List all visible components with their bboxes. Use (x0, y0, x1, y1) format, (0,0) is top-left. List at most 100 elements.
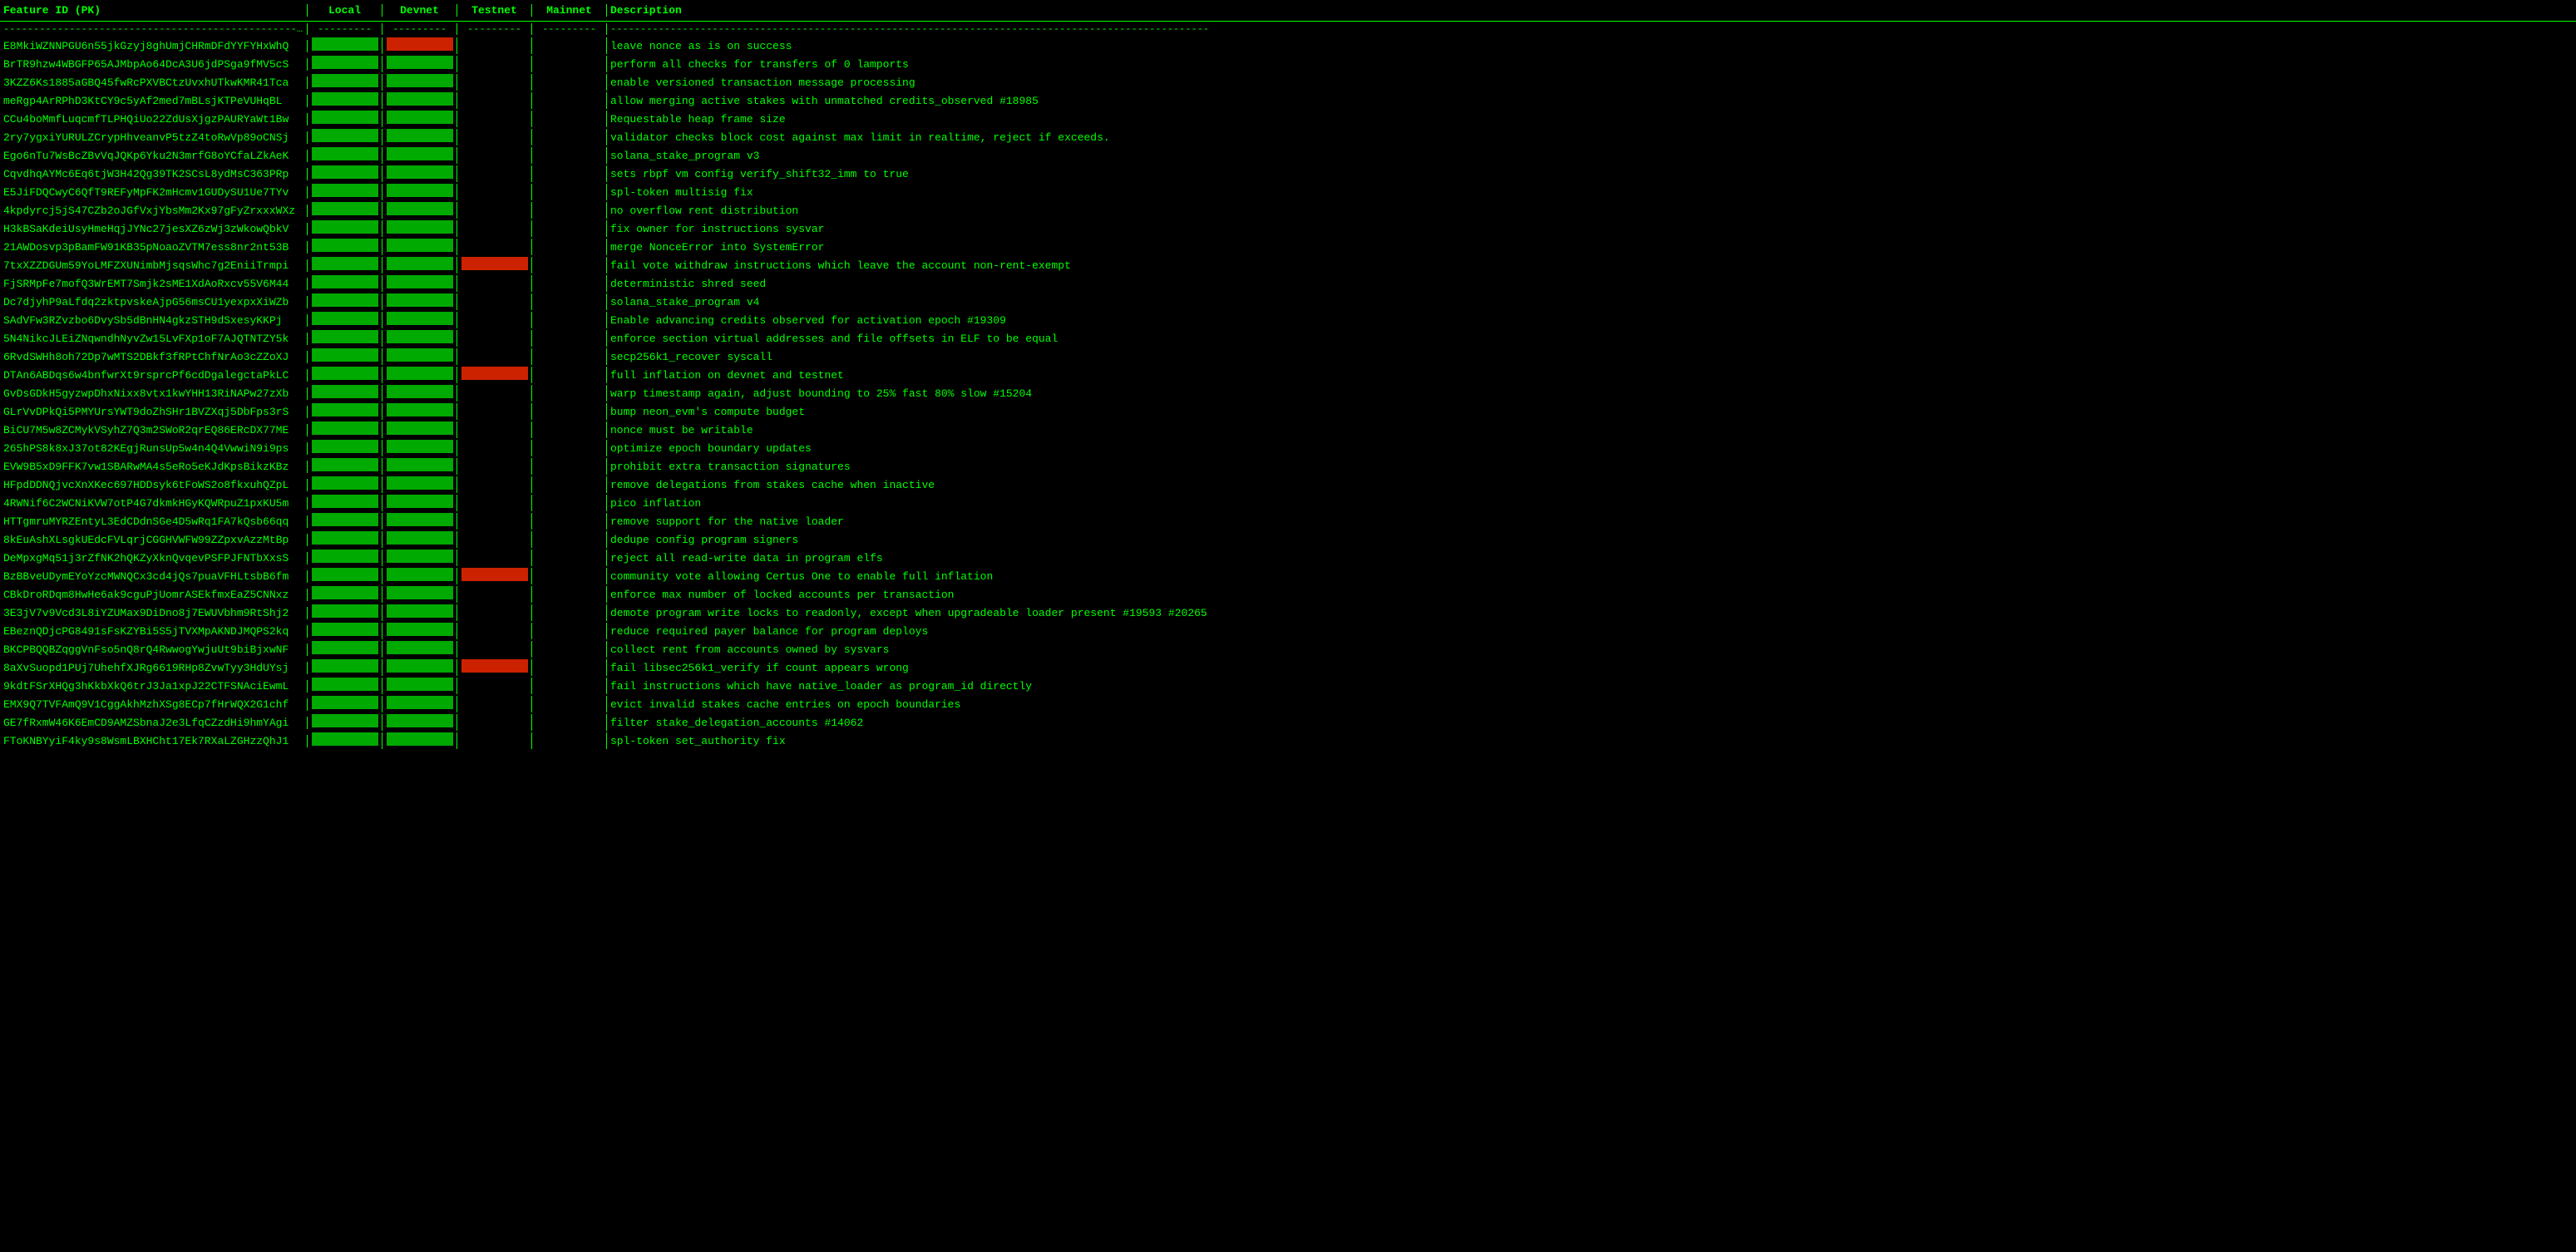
testnet-cell (457, 202, 532, 219)
status-green (312, 367, 378, 380)
status-empty (536, 513, 603, 526)
status-empty (536, 312, 603, 325)
status-empty (536, 184, 603, 197)
description-cell: fix owner for instructions sysvar (607, 223, 2576, 235)
devnet-cell (382, 165, 457, 182)
table-row: FToKNBYyiF4ky9s8WsmLBXHCht17Ek7RXaLZGHzz… (0, 732, 2576, 750)
status-green (312, 623, 378, 636)
feature-id: meRgp4ArRPhD3KtCY9c5yAf2med7mBLsjKTPeVUH… (0, 95, 308, 107)
table-row: EBeznQDjcPG8491sFsKZYBi5S5jTVXMpAKNDJMQP… (0, 622, 2576, 640)
status-green (312, 732, 378, 746)
testnet-cell (457, 604, 532, 621)
description-cell: fail instructions which have native_load… (607, 680, 2576, 693)
status-empty (536, 56, 603, 69)
table-row: 6RvdSWHh8oh72Dp7wMTS2DBkf3fRPtChfNrAo3cZ… (0, 348, 2576, 366)
devnet-cell (382, 476, 457, 493)
description-cell: perform all checks for transfers of 0 la… (607, 58, 2576, 71)
devnet-cell (382, 147, 457, 164)
testnet-cell (457, 220, 532, 237)
local-cell (308, 678, 382, 694)
table-row: meRgp4ArRPhD3KtCY9c5yAf2med7mBLsjKTPeVUH… (0, 91, 2576, 110)
description-cell: community vote allowing Certus One to en… (607, 570, 2576, 583)
status-green (312, 678, 378, 691)
status-empty (461, 732, 528, 746)
testnet-cell (457, 385, 532, 402)
status-green (387, 476, 453, 490)
divider-description: ----------------------------------------… (607, 23, 2576, 35)
local-cell (308, 696, 382, 712)
status-green (312, 385, 378, 398)
status-empty (461, 220, 528, 234)
mainnet-cell (532, 586, 607, 603)
testnet-cell (457, 732, 532, 749)
devnet-cell (382, 184, 457, 200)
status-green (312, 604, 378, 618)
status-empty (536, 202, 603, 215)
status-empty (461, 403, 528, 417)
status-green (387, 586, 453, 599)
status-empty (461, 623, 528, 636)
testnet-cell (457, 714, 532, 731)
table-row: CBkDroRDqm8HwHe6ak9cguPjUomrASEkfmxEaZ5C… (0, 585, 2576, 604)
status-red (461, 659, 528, 673)
status-empty (536, 37, 603, 51)
status-green (312, 129, 378, 142)
mainnet-cell (532, 275, 607, 292)
status-green (312, 714, 378, 727)
devnet-cell (382, 385, 457, 402)
mainnet-cell (532, 239, 607, 255)
testnet-cell (457, 440, 532, 456)
devnet-cell (382, 696, 457, 712)
description-cell: optimize epoch boundary updates (607, 442, 2576, 455)
devnet-cell (382, 641, 457, 658)
local-cell (308, 714, 382, 731)
local-cell (308, 74, 382, 91)
devnet-cell (382, 129, 457, 145)
status-empty (536, 165, 603, 179)
table-divider: ----------------------------------------… (0, 22, 2576, 37)
testnet-cell (457, 111, 532, 127)
mainnet-cell (532, 732, 607, 749)
feature-id: GvDsGDkH5gyzwpDhxNixx8vtx1kwYHH13RiNAPw2… (0, 387, 308, 400)
feature-id: EBeznQDjcPG8491sFsKZYBi5S5jTVXMpAKNDJMQP… (0, 625, 308, 638)
testnet-cell (457, 531, 532, 548)
status-green (387, 568, 453, 581)
feature-id: CBkDroRDqm8HwHe6ak9cguPjUomrASEkfmxEaZ5C… (0, 589, 308, 601)
testnet-cell (457, 586, 532, 603)
status-green (387, 239, 453, 252)
testnet-cell (457, 678, 532, 694)
testnet-cell (457, 293, 532, 310)
status-green (387, 220, 453, 234)
status-empty (461, 348, 528, 362)
testnet-cell (457, 147, 532, 164)
mainnet-cell (532, 476, 607, 493)
testnet-cell (457, 56, 532, 72)
description-cell: sets rbpf vm config verify_shift32_imm t… (607, 168, 2576, 180)
status-empty (461, 37, 528, 51)
table-row: E8MkiWZNNPGU6n55jkGzyj8ghUmjCHRmDFdYYFYH… (0, 37, 2576, 55)
description-cell: full inflation on devnet and testnet (607, 369, 2576, 382)
description-cell: dedupe config program signers (607, 534, 2576, 546)
status-empty (536, 659, 603, 673)
local-cell (308, 111, 382, 127)
status-empty (536, 495, 603, 508)
local-cell (308, 568, 382, 584)
devnet-cell (382, 531, 457, 548)
mainnet-cell (532, 56, 607, 72)
mainnet-cell (532, 184, 607, 200)
testnet-cell (457, 623, 532, 639)
status-empty (461, 92, 528, 106)
status-green (387, 74, 453, 87)
mainnet-cell (532, 604, 607, 621)
status-green (312, 56, 378, 69)
status-empty (536, 568, 603, 581)
mainnet-cell (532, 641, 607, 658)
status-green (312, 312, 378, 325)
testnet-cell (457, 74, 532, 91)
status-empty (461, 56, 528, 69)
status-green (387, 458, 453, 471)
devnet-cell (382, 330, 457, 347)
feature-id: 265hPS8k8xJ37ot82KEgjRunsUp5w4n4Q4VwwiN9… (0, 442, 308, 455)
status-green (312, 531, 378, 545)
status-red (461, 367, 528, 380)
